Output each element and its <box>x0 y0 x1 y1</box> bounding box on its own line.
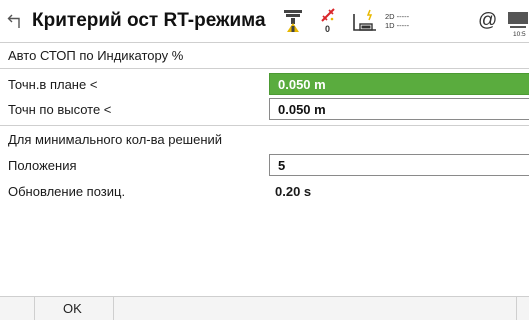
position-status-1d: 1D ----- <box>385 21 410 30</box>
softkey-divider <box>516 297 517 320</box>
separator <box>0 125 529 126</box>
softkey-bar: OK <box>0 296 529 320</box>
separator <box>0 68 529 69</box>
min-solutions-row: Для минимального кол-ва решений <box>0 128 529 152</box>
hz-precision-field[interactable]: 0.050 m <box>269 73 529 95</box>
height-precision-label: Точн по высоте < <box>8 102 112 117</box>
title-bar: Критерий ост RT-режима 0 2D ----- 1D ---… <box>0 0 529 43</box>
page-title: Критерий ост RT-режима <box>32 10 266 31</box>
device-battery-icon[interactable] <box>352 8 378 36</box>
monitor-icon[interactable] <box>507 11 529 29</box>
satellite-icon <box>321 8 335 22</box>
rtk-antenna-icon[interactable] <box>282 9 304 33</box>
auto-stop-label: Авто СТОП по Индикатору % <box>8 48 184 63</box>
hz-precision-value: 0.050 m <box>278 77 326 92</box>
positions-value: 5 <box>278 158 286 173</box>
ok-button[interactable]: OK <box>34 297 114 320</box>
at-sign-icon[interactable]: @ <box>478 10 497 32</box>
update-label: Обновление позиц. <box>8 184 126 199</box>
min-solutions-label: Для минимального кол-ва решений <box>8 132 223 147</box>
positions-label: Положения <box>8 158 77 173</box>
positions-field[interactable]: 5 <box>269 154 529 176</box>
height-precision-value: 0.050 m <box>278 102 326 117</box>
height-precision-field[interactable]: 0.050 m <box>269 98 529 120</box>
update-value: 0.20 s <box>275 184 312 199</box>
position-status-2d: 2D ----- <box>385 12 410 21</box>
satellite-count: 0 <box>325 24 331 34</box>
hz-precision-label: Точн.в плане < <box>8 77 98 92</box>
clock: 10:5 <box>513 31 526 38</box>
auto-stop-row: Авто СТОП по Индикатору % <box>0 44 529 68</box>
satellite-status[interactable]: 0 <box>320 7 336 37</box>
ok-button-label: OK <box>63 301 82 316</box>
back-arrow-icon[interactable] <box>7 11 25 31</box>
update-row: Обновление позиц. 0.20 s <box>0 180 529 204</box>
